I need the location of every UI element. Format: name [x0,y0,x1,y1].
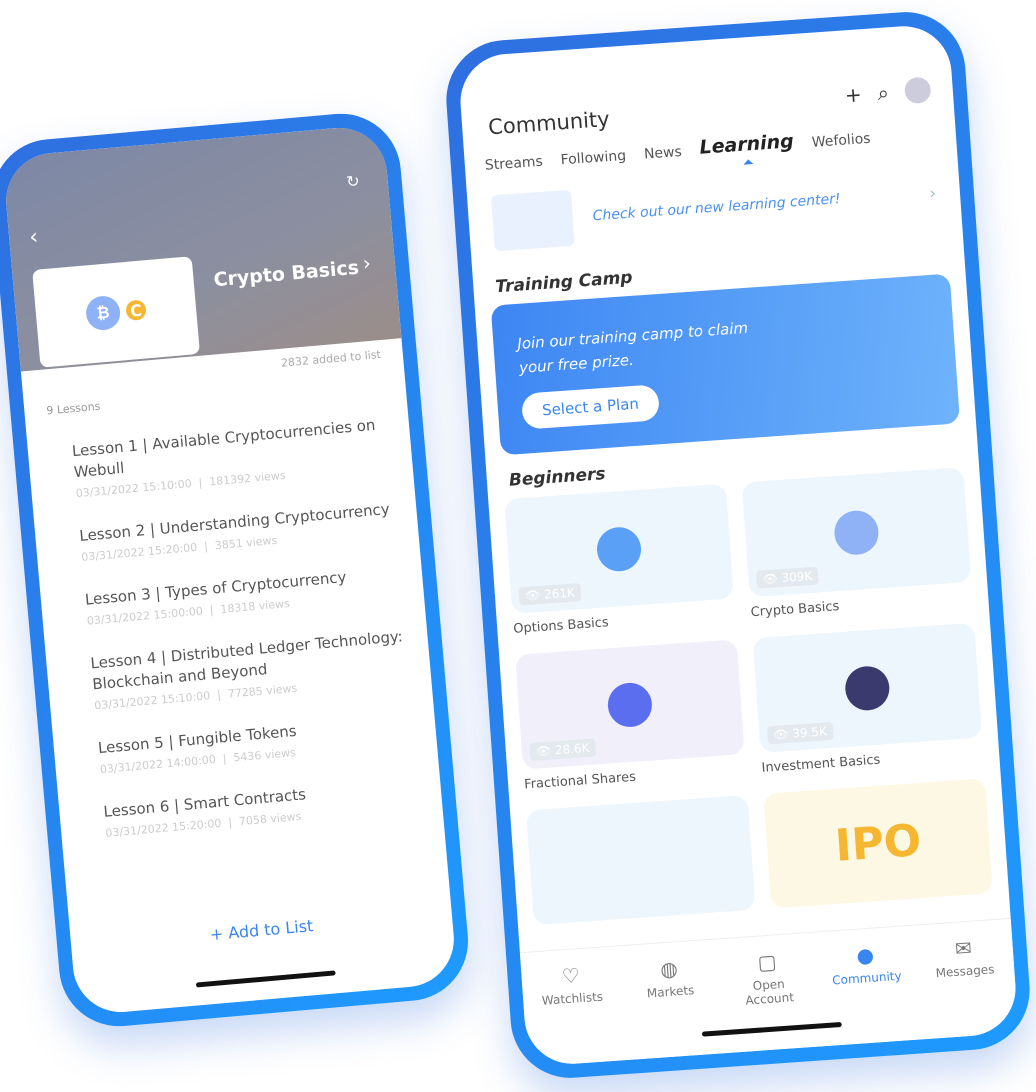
nav-label: Community [831,968,903,988]
add-to-list-button[interactable]: + Add to List [70,904,452,956]
training-text: Join our training camp to claim your fre… [516,318,749,377]
banner-text: Check out our new learning center! [592,191,842,225]
learning-illustration [491,189,575,252]
nav-open-account[interactable]: ▢ Open Account [726,947,813,1052]
course-image: 👁 28.6K [515,639,745,770]
course-image [525,794,756,926]
view-count: 👁 309K [755,566,819,589]
nav-label: Markets [646,983,695,1001]
nav-markets[interactable]: ◍ Markets [628,954,715,1059]
lesson-views: 5436 views [232,745,297,765]
view-count: 👁 28.6K [529,738,597,761]
nav-watchlists[interactable]: ♡ Watchlists [530,961,617,1066]
chat-icon: ● [855,942,875,968]
coin-icon: C [125,299,147,322]
course-illustration-icon [606,680,654,728]
planet-icon: ◍ [659,956,679,982]
course-card[interactable]: 👁 28.6K Fractional Shares [515,639,746,796]
training-camp-card: Join our training camp to claim your fre… [490,273,961,456]
ipo-text: IPO [833,815,923,872]
course-card[interactable] [525,794,756,926]
chevron-right-icon: › [928,182,937,203]
bitcoin-icon: ₿ [84,294,122,332]
chevron-right-icon[interactable]: › [362,251,372,276]
course-illustration-icon [595,525,643,573]
course-image: IPO [763,778,993,909]
course-illustration-icon [832,508,880,556]
views-value: 39.5K [791,724,828,741]
lesson-views: 18318 views [219,596,291,616]
lesson-views: 3851 views [214,533,278,553]
lesson-views: 7058 views [238,809,302,829]
nav-messages[interactable]: ✉ Messages [923,933,1010,1038]
lesson-views: 77285 views [227,681,298,701]
plus-icon[interactable]: + [844,82,862,107]
heart-icon: ♡ [561,963,581,989]
nav-community[interactable]: ● Community [825,940,912,1045]
home-indicator [195,970,336,988]
nav-label: Open Account [745,976,795,1008]
course-image: 👁 261K [504,483,734,614]
course-title: Crypto Basics [212,256,360,292]
share-icon[interactable]: ↻ [345,171,360,191]
course-card[interactable]: IPO [763,778,993,909]
tab-news[interactable]: News [644,144,683,163]
bottom-nav: ♡ Watchlists ◍ Markets ▢ Open Account ● Comm… [519,917,1019,1067]
view-count: 👁 39.5K [766,721,834,745]
left-phone: ‹ ↻ ₿ C Crypto Basics › 2832 added to li… [0,108,474,1032]
views-value: 261K [543,585,576,602]
nav-label: Messages [935,962,995,981]
course-header: ‹ ↻ ₿ C Crypto Basics › [2,123,402,372]
select-plan-button[interactable]: Select a Plan [520,384,661,430]
course-thumbnail: ₿ C [32,256,201,368]
mail-icon: ✉ [954,935,973,961]
lesson-views: 181392 views [208,468,287,489]
right-phone: Community + ⌕ Streams Following News Lea… [442,8,1034,1082]
course-image: 👁 39.5K [752,622,983,753]
course-card[interactable]: 👁 39.5K Investment Basics [752,622,984,780]
course-illustration-icon [843,664,891,712]
wallet-icon: ▢ [756,949,778,975]
avatar[interactable] [903,76,932,105]
community-screen: Community + ⌕ Streams Following News Lea… [457,23,1019,1067]
views-value: 309K [780,568,813,586]
back-icon[interactable]: ‹ [28,225,39,251]
course-screen: ‹ ↻ ₿ C Crypto Basics › 2832 added to li… [2,123,458,1017]
search-icon[interactable]: ⌕ [877,80,890,105]
course-card[interactable]: 👁 261K Options Basics [504,483,735,641]
view-count: 👁 261K [518,583,582,606]
views-value: 28.6K [554,740,590,758]
course-image: 👁 309K [741,467,972,598]
course-card[interactable]: 👁 309K Crypto Basics [741,467,973,624]
nav-label: Watchlists [541,989,604,1008]
